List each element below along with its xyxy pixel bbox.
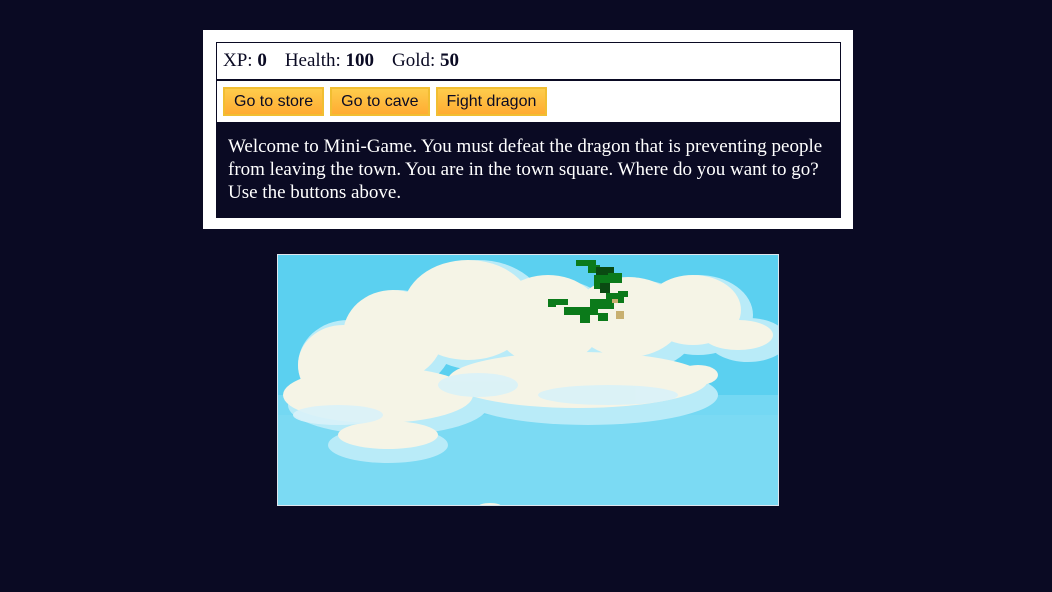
gold-label: Gold: (392, 50, 436, 71)
xp-label: XP: (223, 50, 253, 71)
game-panel: XP: 0 Health: 100 Gold: 50 Go to store G… (203, 30, 853, 229)
go-to-cave-button[interactable]: Go to cave (330, 87, 430, 116)
health-value: 100 (345, 50, 375, 71)
controls: Go to store Go to cave Fight dragon (216, 80, 841, 123)
health-stat: Health: 100 (285, 50, 374, 72)
stats-bar: XP: 0 Health: 100 Gold: 50 (216, 42, 841, 80)
xp-value: 0 (257, 50, 267, 71)
cloud-scene-icon (278, 255, 778, 505)
xp-stat: XP: 0 (223, 50, 267, 72)
game-text: Welcome to Mini-Game. You must defeat th… (216, 123, 841, 218)
go-to-store-button[interactable]: Go to store (223, 87, 325, 116)
gold-value: 50 (440, 50, 460, 71)
fight-dragon-button[interactable]: Fight dragon (435, 87, 548, 116)
scene-image (277, 254, 779, 506)
health-label: Health: (284, 50, 341, 71)
gold-stat: Gold: 50 (392, 50, 459, 72)
